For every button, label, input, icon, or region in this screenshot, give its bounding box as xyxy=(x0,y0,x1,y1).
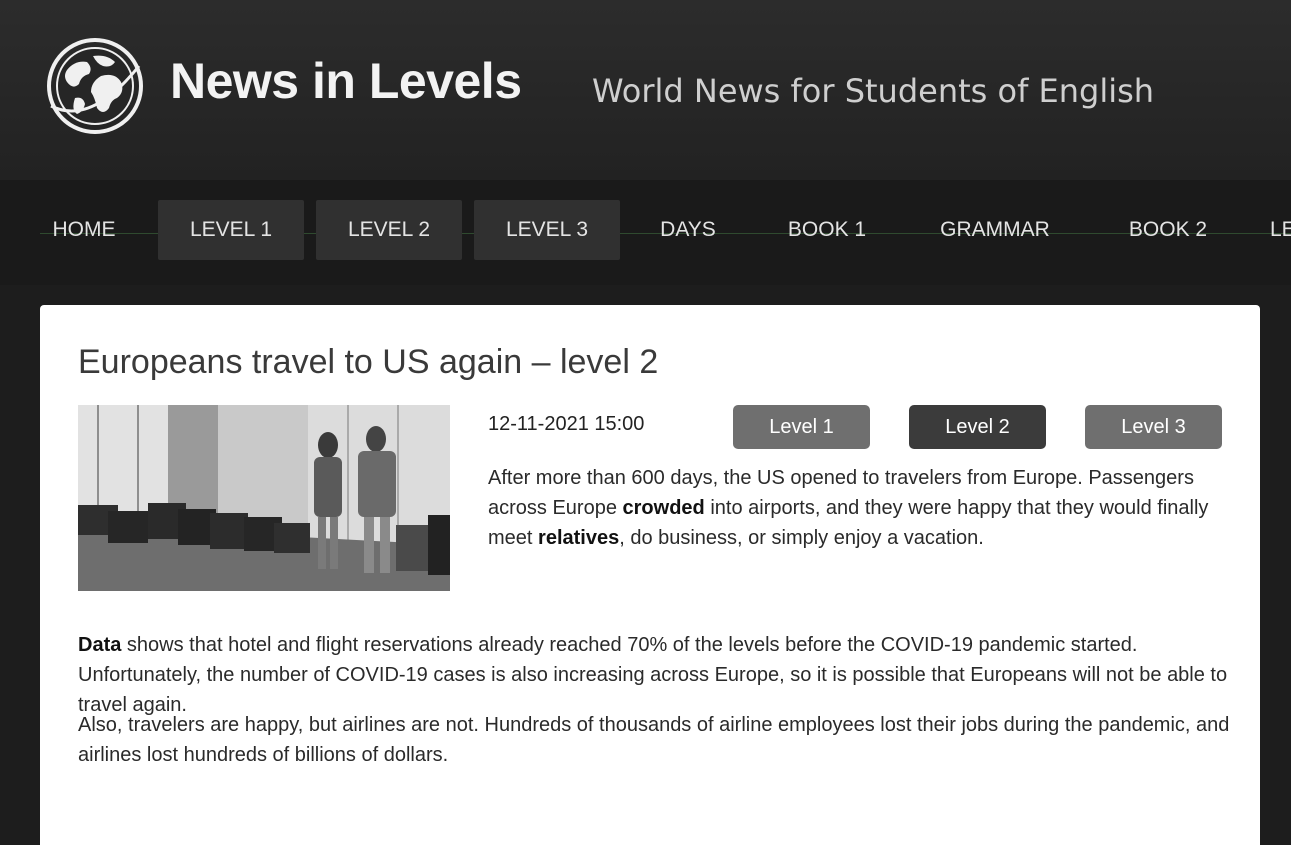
article-date: 12-11-2021 15:00 xyxy=(488,413,645,435)
site-tagline: World News for Students of English xyxy=(592,72,1155,110)
article-paragraph-2: Data shows that hotel and flight reserva… xyxy=(78,630,1238,720)
paragraph-text: shows that hotel and flight reservations… xyxy=(78,634,1228,716)
site-header: News in Levels World News for Students o… xyxy=(0,0,1291,180)
nav-item-level-1[interactable]: LEVEL 1 xyxy=(158,200,304,260)
article-paragraph-1: After more than 600 days, the US opened … xyxy=(488,463,1238,553)
nav-item-grammar[interactable]: GRAMMAR xyxy=(925,200,1065,260)
article-card: Europeans travel to US again – level 2 1… xyxy=(40,305,1260,845)
nav-item-level-2[interactable]: LEVEL 2 xyxy=(316,200,462,260)
airport-scene-image xyxy=(78,405,450,591)
nav-item-book-1[interactable]: BOOK 1 xyxy=(775,200,879,260)
level-1-button[interactable]: Level 1 xyxy=(733,405,870,449)
level-2-button[interactable]: Level 2 xyxy=(909,405,1046,449)
article-photo xyxy=(78,405,450,591)
nav-item-home[interactable]: HOME xyxy=(48,200,120,260)
vocab-word-data: Data xyxy=(78,634,122,656)
nav-item-book-2[interactable]: BOOK 2 xyxy=(1116,200,1220,260)
vocab-word-relatives: relatives xyxy=(538,527,620,549)
paragraph-text: , do business, or simply enjoy a vacatio… xyxy=(619,527,984,549)
nav-item-overflow[interactable]: LE xyxy=(1270,200,1291,260)
nav-item-level-3[interactable]: LEVEL 3 xyxy=(474,200,620,260)
vocab-word-crowded: crowded xyxy=(622,497,705,519)
article-title: Europeans travel to US again – level 2 xyxy=(78,343,659,381)
article-paragraph-3: Also, travelers are happy, but airlines … xyxy=(78,710,1238,770)
paragraph-text: Also, travelers are happy, but airlines … xyxy=(78,714,1230,766)
globe-icon[interactable] xyxy=(45,36,145,136)
site-title[interactable]: News in Levels xyxy=(170,52,522,110)
nav-item-days[interactable]: DAYS xyxy=(650,200,726,260)
level-3-button[interactable]: Level 3 xyxy=(1085,405,1222,449)
